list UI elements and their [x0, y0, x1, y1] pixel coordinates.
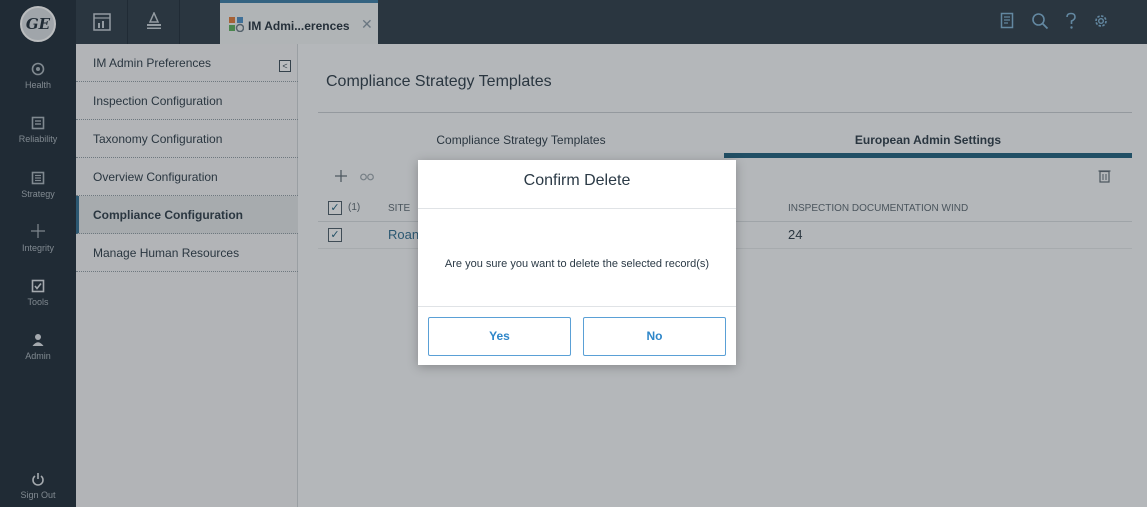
- dialog-title: Confirm Delete: [523, 172, 631, 189]
- divider: [418, 306, 736, 307]
- no-button[interactable]: No: [583, 317, 726, 356]
- yes-button[interactable]: Yes: [428, 317, 571, 356]
- dialog-message: Are you sure you want to delete the sele…: [444, 258, 710, 270]
- confirm-delete-dialog: Confirm Delete Are you sure you want to …: [418, 160, 736, 365]
- divider: [418, 208, 736, 209]
